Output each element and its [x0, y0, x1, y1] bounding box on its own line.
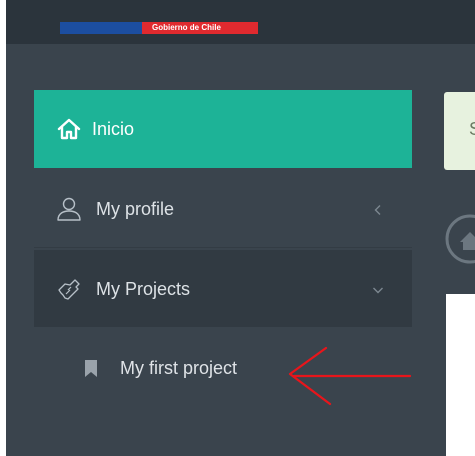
alert-text: S: [469, 118, 475, 140]
chevron-down-icon: [373, 287, 383, 294]
chevron-left-icon: [374, 205, 381, 215]
sidebar-item-label: My profile: [96, 199, 175, 219]
home-circle-icon[interactable]: [442, 212, 475, 266]
handshake-icon: [58, 279, 80, 300]
sidebar-item-my-projects[interactable]: My Projects: [34, 250, 412, 327]
red-arrow-icon: [288, 346, 412, 406]
user-icon: [57, 197, 81, 221]
sidebar-item-label: Inicio: [92, 119, 135, 139]
flag-blue-stripe: [60, 22, 142, 34]
top-bar: Gobierno de Chile: [6, 0, 475, 44]
gov-logo-label: Gobierno de Chile: [152, 23, 221, 32]
bookmark-icon: [85, 360, 97, 377]
sidebar-subitem-label: My first project: [120, 358, 238, 378]
home-icon: [57, 118, 81, 140]
content-panel: [446, 294, 475, 456]
sidebar-item-inicio[interactable]: Inicio: [34, 90, 412, 168]
sidebar-item-label: My Projects: [96, 279, 191, 299]
sidebar-item-my-profile[interactable]: My profile: [34, 170, 412, 248]
